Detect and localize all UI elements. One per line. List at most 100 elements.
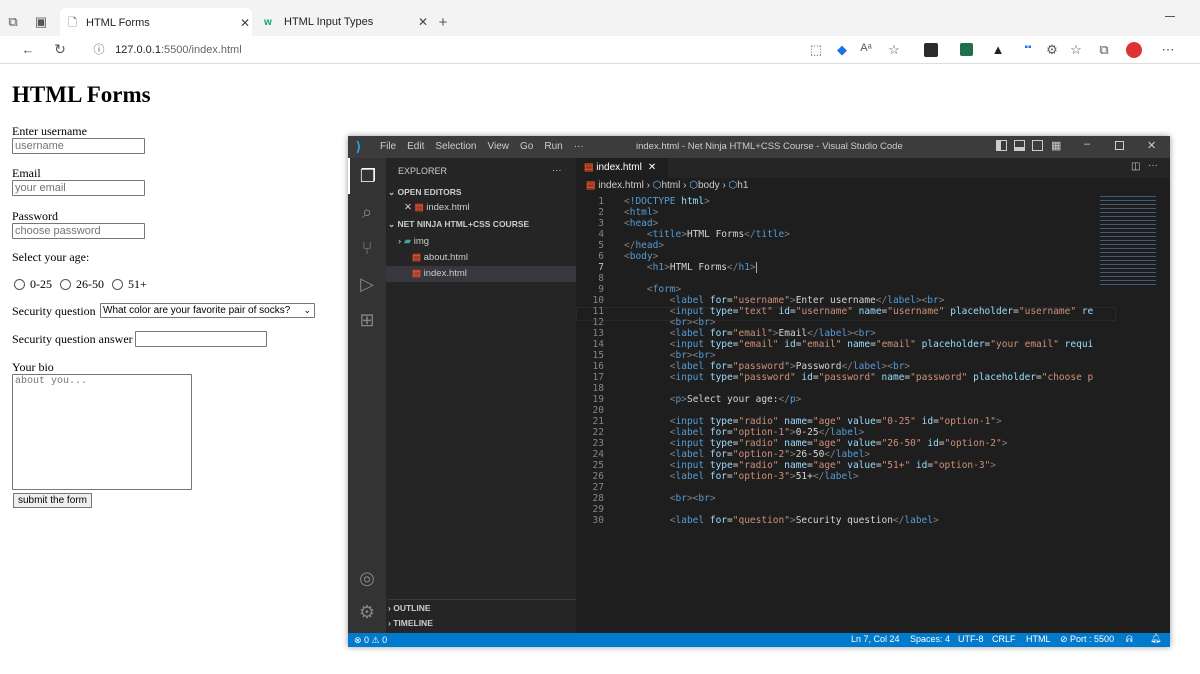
bio-textarea[interactable]: about you...	[12, 374, 192, 490]
project-header[interactable]: ⌄ NET NINJA HTML+CSS COURSE	[388, 216, 529, 232]
line-number: 15	[592, 350, 604, 361]
tree-folder-img[interactable]: › ▰ img	[398, 234, 429, 250]
extensions-icon[interactable]: ⚙	[1044, 42, 1060, 58]
indentation[interactable]: Spaces: 4	[910, 634, 950, 644]
breadcrumb-item[interactable]: h1	[737, 180, 748, 191]
editor-tab-index[interactable]: ▤ index.html ✕	[576, 158, 668, 178]
breadcrumb: ▤ index.html › ⬡html › ⬡body › ⬡h1	[586, 180, 748, 191]
menu-item-go[interactable]: Go	[520, 141, 533, 152]
feedback-icon[interactable]: ᕱ	[1126, 634, 1133, 645]
customize-layout-icon[interactable]: ▦	[1051, 139, 1061, 152]
refresh-icon[interactable]: ↻	[52, 41, 68, 58]
collections-icon[interactable]: ⧉	[1096, 42, 1112, 58]
tree-file-index[interactable]: ▤ index.html	[386, 266, 576, 282]
tab-html-input-types[interactable]: w HTML Input Types ✕	[256, 7, 430, 37]
menu-item-selection[interactable]: Selection	[435, 141, 476, 152]
menu-item-file[interactable]: File	[380, 141, 396, 152]
extension-icon[interactable]: ▲	[990, 42, 1006, 57]
password-label: Password	[12, 209, 59, 223]
more-icon[interactable]: ···	[552, 163, 562, 179]
favorites-icon[interactable]: ☆	[1068, 42, 1084, 58]
breadcrumb-item[interactable]: body	[698, 180, 720, 191]
vscode-title-bar: ⟩ File Edit Selection View Go Run ··· in…	[348, 136, 1170, 158]
split-editor-icon[interactable]: ◫	[1131, 161, 1140, 172]
encoding[interactable]: UTF-8	[958, 634, 984, 644]
close-icon[interactable]: ✕	[416, 15, 430, 29]
source-control-icon[interactable]: ⑂	[348, 230, 386, 266]
line-number: 21	[592, 416, 604, 427]
answer-label: Security question answer	[12, 332, 133, 346]
breadcrumb-item[interactable]: index.html	[598, 180, 644, 191]
email-input[interactable]: your email	[12, 180, 145, 196]
app-available-icon[interactable]: ⬚	[808, 42, 824, 58]
cursor-position[interactable]: Ln 7, Col 24	[851, 634, 900, 644]
status-bar: ⊗ 0 ⚠ 0 Ln 7, Col 24 Spaces: 4 UTF-8 CRL…	[348, 633, 1170, 647]
tab-actions-icon[interactable]: ▣	[34, 14, 48, 30]
minimize-icon[interactable]	[1165, 16, 1175, 17]
minimap[interactable]	[1100, 196, 1156, 286]
menu-item-view[interactable]: View	[488, 141, 510, 152]
close-icon[interactable]: ✕	[1147, 139, 1156, 152]
extension-icon[interactable]	[960, 43, 973, 56]
submit-button[interactable]: submit the form	[13, 493, 92, 508]
search-icon[interactable]: ⌕	[348, 194, 386, 230]
new-tab-icon[interactable]: +	[434, 14, 452, 31]
open-editors-header[interactable]: ⌄ OPEN EDITORS	[388, 184, 462, 200]
problems-indicator[interactable]: ⊗ 0 ⚠ 0	[348, 633, 398, 647]
extension-icon[interactable]: ▪▪	[1020, 42, 1036, 53]
more-icon[interactable]: ···	[1148, 160, 1158, 171]
accounts-icon[interactable]: ◎	[348, 560, 386, 596]
chevron-down-icon: ⌄	[303, 305, 311, 315]
back-icon[interactable]: ←	[20, 42, 36, 57]
html-file-icon: ▤	[586, 180, 599, 191]
tree-item-label: img	[413, 236, 430, 247]
answer-input[interactable]	[135, 331, 267, 347]
timeline-header[interactable]: › TIMELINE	[388, 615, 576, 631]
line-endings[interactable]: CRLF	[992, 634, 1016, 644]
age-radio-26-50[interactable]	[60, 279, 71, 290]
open-editor-item[interactable]: ✕ ▤ index.html	[404, 200, 470, 216]
toggle-panel-icon[interactable]	[1014, 140, 1025, 151]
more-icon[interactable]: ⋯	[1160, 42, 1176, 58]
read-aloud-icon[interactable]: Aᵃ	[858, 42, 874, 54]
age-radio-51-plus[interactable]	[112, 279, 123, 290]
question-selected: What color are your favorite pair of soc…	[103, 305, 291, 316]
toggle-secondary-sidebar-icon[interactable]	[1032, 140, 1043, 151]
close-icon[interactable]: ✕	[238, 16, 252, 30]
avatar[interactable]	[1126, 42, 1142, 58]
code-line: <label for="email">Email</label><br>	[669, 328, 876, 339]
username-input[interactable]: username	[12, 138, 145, 154]
run-debug-icon[interactable]: ▷	[348, 266, 386, 302]
line-number: 20	[592, 405, 604, 416]
workspaces-icon[interactable]: ⧉	[6, 14, 20, 30]
notifications-icon[interactable]: 🔔︎	[1150, 633, 1161, 644]
code-content[interactable]: <!DOCTYPE html> <html> <head> <title>HTM…	[624, 196, 1114, 526]
menu-item-more[interactable]: ···	[574, 141, 584, 152]
url-field[interactable]: ⓘ 127.0.0.1:5500/index.html	[92, 40, 792, 60]
language-mode[interactable]: HTML	[1026, 634, 1051, 644]
minimize-icon[interactable]: –	[1084, 138, 1090, 150]
shopping-icon[interactable]: ◆	[834, 42, 850, 58]
menu-item-edit[interactable]: Edit	[407, 141, 424, 152]
extension-icon[interactable]	[924, 43, 938, 57]
maximize-icon[interactable]	[1115, 141, 1124, 150]
tree-file-about[interactable]: ▤ about.html	[412, 250, 468, 266]
tab-html-forms[interactable]: 🗋 HTML Forms ✕	[60, 8, 252, 38]
question-select[interactable]: What color are your favorite pair of soc…	[100, 303, 315, 318]
code-line: </head>	[624, 240, 665, 251]
menu-item-run[interactable]: Run	[544, 141, 562, 152]
close-icon[interactable]: ✕	[404, 202, 415, 213]
line-number: 25	[592, 460, 604, 471]
code-line: <label for="username">Enter username</la…	[669, 295, 945, 306]
age-radio-0-25[interactable]	[14, 279, 25, 290]
outline-header[interactable]: › OUTLINE	[388, 599, 576, 615]
extensions-icon[interactable]: ⊞	[348, 302, 386, 338]
explorer-icon[interactable]: ❐	[348, 158, 386, 194]
favorite-add-icon[interactable]: ☆	[886, 42, 902, 58]
toggle-sidebar-icon[interactable]	[996, 140, 1007, 151]
password-input[interactable]: choose password	[12, 223, 145, 239]
close-icon[interactable]: ✕	[648, 162, 656, 173]
breadcrumb-item[interactable]: html	[661, 180, 680, 191]
live-server-port[interactable]: ⊘ Port : 5500	[1060, 634, 1114, 645]
manage-gear-icon[interactable]: ⚙	[348, 594, 386, 630]
